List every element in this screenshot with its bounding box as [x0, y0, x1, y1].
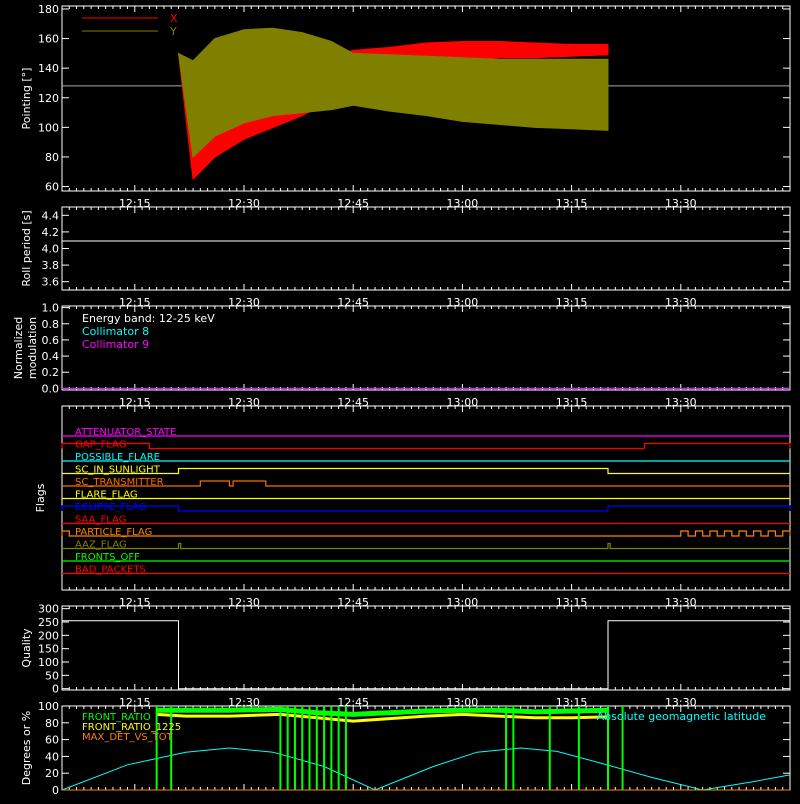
ratios-series-front-ratio: [156, 706, 609, 717]
modulation-legend-collimator-8: Collimator 8: [82, 325, 149, 338]
quicklook-plots: 12:15 12:30 12:45 13:00 13:15 13:306080100120…: [12, 3, 791, 797]
pointing-y-tick-label: 120: [38, 92, 59, 105]
roll-frame: [61, 206, 791, 291]
quicklook-figure: 12:15 12:30 12:45 13:00 13:15 13:30 60 80 100 120…: [0, 0, 800, 800]
modulation-y-tick-label: 0.0: [42, 382, 60, 395]
flag-label-bad-packets: BAD_PACKETS: [75, 565, 146, 576]
modulation-y-tick-label: 1.0: [42, 302, 60, 315]
flag-label-sc-in-sunlight: SC_IN_SUNLIGHT: [75, 465, 161, 476]
quality-series-line: [62, 620, 790, 690]
pointing-y-tick-label: 180: [38, 3, 59, 16]
quality-y-tick-label: 50: [45, 669, 59, 682]
pointing-legend-label-x: X: [170, 12, 178, 25]
quality-y-tick-label: 300: [38, 603, 59, 616]
roll-y-tick-label: 3.8: [42, 259, 60, 272]
modulation-y-tick-label: 0.8: [42, 318, 60, 331]
roll-y-tick-label: 4.2: [42, 226, 60, 239]
roll-y-tick-label: 4.4: [42, 209, 60, 222]
flag-label-eclipse-flag: ECLIPSE_FLAG: [75, 502, 146, 513]
quality-y-tick-label: 150: [38, 643, 59, 656]
ratios-ylabel: Degrees or %: [20, 711, 33, 785]
quality-y-tick-label: 250: [38, 616, 59, 629]
modulation-ylabel-line2: modulation: [26, 317, 39, 379]
modulation-y-tick-label: 0.6: [42, 334, 60, 347]
ratios-y-tick-label: 60: [45, 734, 59, 747]
ratios-y-tick-label: 100: [38, 700, 59, 713]
quality-y-tick-label: 200: [38, 629, 59, 642]
flag-label-flare-flag: FLARE_FLAG: [75, 490, 138, 501]
pointing-legend-label-y: Y: [169, 25, 177, 38]
pointing-y-tick-label: 100: [38, 121, 59, 134]
ratios-y-tick-label: 40: [45, 750, 59, 763]
quality-frame: [61, 605, 791, 691]
quality-y-tick-label: 100: [38, 656, 59, 669]
roll-ylabel: Roll period [s]: [20, 210, 33, 286]
modulation-ylabel-line1: Normalized: [12, 317, 25, 379]
flag-label-particle-flag: PARTICLE_FLAG: [75, 527, 152, 538]
ratios-geomagnetic-annotation: Absolute geomagnetic latitude: [597, 710, 767, 723]
pointing-y-tick-label: 160: [38, 33, 59, 46]
ratios-legend-max-det-vs-tot: MAX_DET_VS_TOT: [82, 732, 174, 743]
ratios-y-tick-label: 0: [52, 784, 59, 797]
quality-y-tick-label: 0: [52, 683, 59, 696]
pointing-y-tick-label: 140: [38, 62, 59, 75]
roll-y-tick-label: 3.6: [42, 276, 60, 289]
quality-ylabel: Quality: [20, 628, 33, 668]
modulation-y-tick-label: 0.2: [42, 366, 60, 379]
pointing-y-tick-label: 60: [45, 181, 59, 194]
flag-label-gap-flag: GAP_FLAG: [75, 440, 127, 451]
modulation-y-tick-label: 0.4: [42, 350, 60, 363]
flag-label-saa-flag: SAA_FLAG: [75, 515, 126, 526]
pointing-y-tick-label: 80: [45, 151, 59, 164]
flag-line-particle-flag: [61, 530, 791, 537]
ratios-y-tick-label: 80: [45, 717, 59, 730]
flag-label-sc-transmitter: SC_TRANSMITTER: [75, 477, 164, 488]
flag-line-eclipse-flag: [61, 505, 791, 512]
ratios-y-tick-label: 20: [45, 767, 59, 780]
flags-ylabel: Flags: [34, 483, 47, 512]
flag-line-aaz-flag: [62, 542, 790, 550]
pointing-ylabel: Pointing [°]: [20, 68, 33, 130]
flag-label-attenuator-state: ATTENUATOR_STATE: [75, 427, 176, 438]
modulation-energy-band-annotation: Energy band: 12-25 keV: [82, 312, 215, 325]
modulation-legend-collimator-9: Collimator 9: [82, 338, 149, 351]
flag-line-gap-flag: [61, 442, 791, 450]
flag-label-aaz-flag: AAZ_FLAG: [75, 540, 127, 551]
flag-line-sc-in-sunlight: [62, 467, 790, 475]
flag-label-possible-flare: POSSIBLE_FLARE: [75, 452, 160, 463]
flag-label-fronts-off: FRONTS_OFF: [75, 552, 140, 563]
roll-y-tick-label: 4.0: [42, 243, 60, 256]
flag-line-sc-transmitter: [62, 480, 790, 487]
